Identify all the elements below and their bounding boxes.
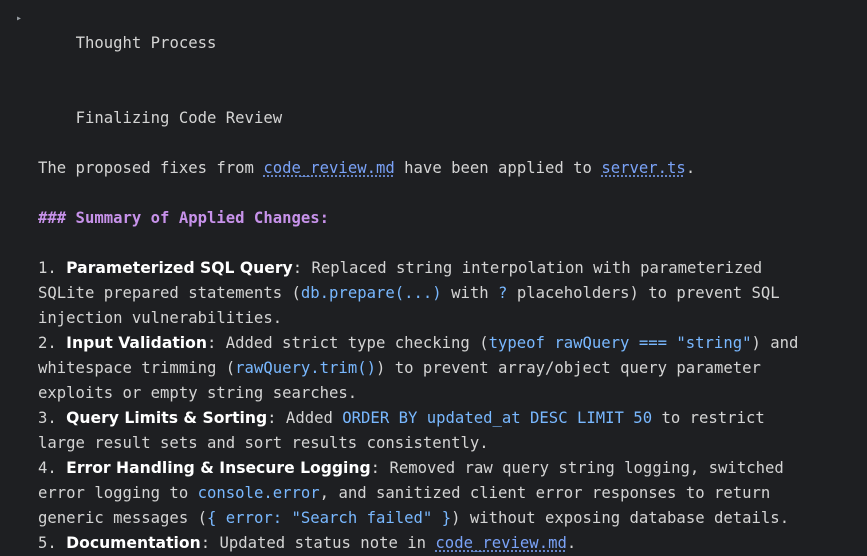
item-title: Query Limits & Sorting: [66, 409, 268, 427]
list-item-line: SQLite prepared statements (db.prepare(.…: [38, 284, 780, 302]
file-link-code-review[interactable]: code_review.md: [435, 534, 566, 552]
list-item: 3. Query Limits & Sorting: Added ORDER B…: [38, 409, 765, 427]
item-title: Documentation: [66, 534, 201, 552]
expand-chevron-icon[interactable]: ▸: [16, 6, 22, 31]
file-link-server[interactable]: server.ts: [601, 159, 686, 177]
chat-message: ▸ Thought Process Finalizing Code Review…: [0, 0, 867, 556]
list-item-line: large result sets and sort results consi…: [38, 434, 489, 452]
list-item: 5. Documentation: Updated status note in…: [38, 534, 577, 552]
thought-subtitle: Finalizing Code Review: [75, 109, 283, 127]
inline-code: rawQuery.trim(): [235, 359, 376, 377]
inline-code: typeof rawQuery === "string": [488, 334, 752, 352]
thought-process-toggle[interactable]: Thought Process: [14, 6, 867, 81]
inline-code: db.prepare(...): [300, 284, 442, 302]
item-title: Parameterized SQL Query: [66, 259, 293, 277]
list-item-line: whitespace trimming (rawQuery.trim()) to…: [38, 359, 761, 377]
inline-code: ORDER BY updated_at DESC LIMIT 50: [342, 409, 653, 427]
item-title: Error Handling & Insecure Logging: [66, 459, 371, 477]
inline-code: { error: "Search failed" }: [207, 509, 452, 527]
inline-code: console.error: [197, 484, 320, 502]
thought-process-title: Thought Process: [75, 34, 217, 52]
list-item: 2. Input Validation: Added strict type c…: [38, 334, 799, 352]
list-item-line: injection vulnerabilities.: [38, 309, 283, 327]
list-item-line: generic messages ({ error: "Search faile…: [38, 509, 790, 527]
summary-heading: ### Summary of Applied Changes:: [38, 209, 330, 227]
list-item: 1. Parameterized SQL Query: Replaced str…: [38, 259, 763, 277]
item-title: Input Validation: [66, 334, 207, 352]
list-item-line: error logging to console.error, and sani…: [38, 484, 771, 502]
list-item-line: exploits or empty string searches.: [38, 384, 358, 402]
file-link-code-review[interactable]: code_review.md: [263, 159, 394, 177]
intro-paragraph: The proposed fixes from code_review.md h…: [38, 159, 696, 177]
